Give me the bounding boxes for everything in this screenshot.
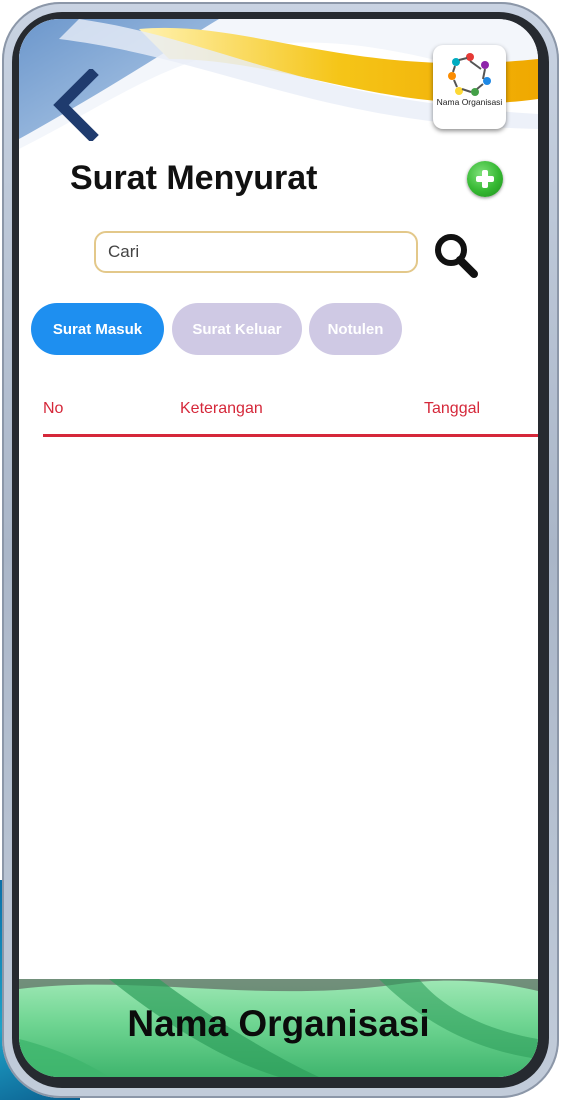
back-button[interactable] xyxy=(51,67,101,143)
search-icon xyxy=(435,234,478,278)
organization-logo: Nama Organisasi xyxy=(433,45,506,129)
column-header-no: No xyxy=(43,400,64,417)
tab-notulen[interactable]: Notulen xyxy=(309,303,402,355)
search-button[interactable] xyxy=(429,227,485,283)
people-circle-icon xyxy=(447,53,491,96)
column-header-tanggal: Tanggal xyxy=(424,400,481,417)
app-screen: Nama Organisasi Surat Menyurat Surat Mas… xyxy=(19,19,538,1077)
add-button[interactable] xyxy=(467,161,503,197)
table-header-divider xyxy=(43,434,538,437)
footer-banner: Nama Organisasi xyxy=(19,979,538,1077)
footer-organization-name: Nama Organisasi xyxy=(127,1003,430,1044)
plus-icon-vertical xyxy=(482,170,488,188)
chevron-left-icon xyxy=(53,67,99,143)
tab-surat-keluar[interactable]: Surat Keluar xyxy=(172,303,302,355)
tab-surat-masuk[interactable]: Surat Masuk xyxy=(31,303,164,355)
search-input[interactable] xyxy=(94,231,418,273)
page-title: Surat Menyurat xyxy=(70,159,318,197)
column-header-keterangan: Keterangan xyxy=(180,400,263,417)
logo-caption: Nama Organisasi xyxy=(436,97,503,107)
